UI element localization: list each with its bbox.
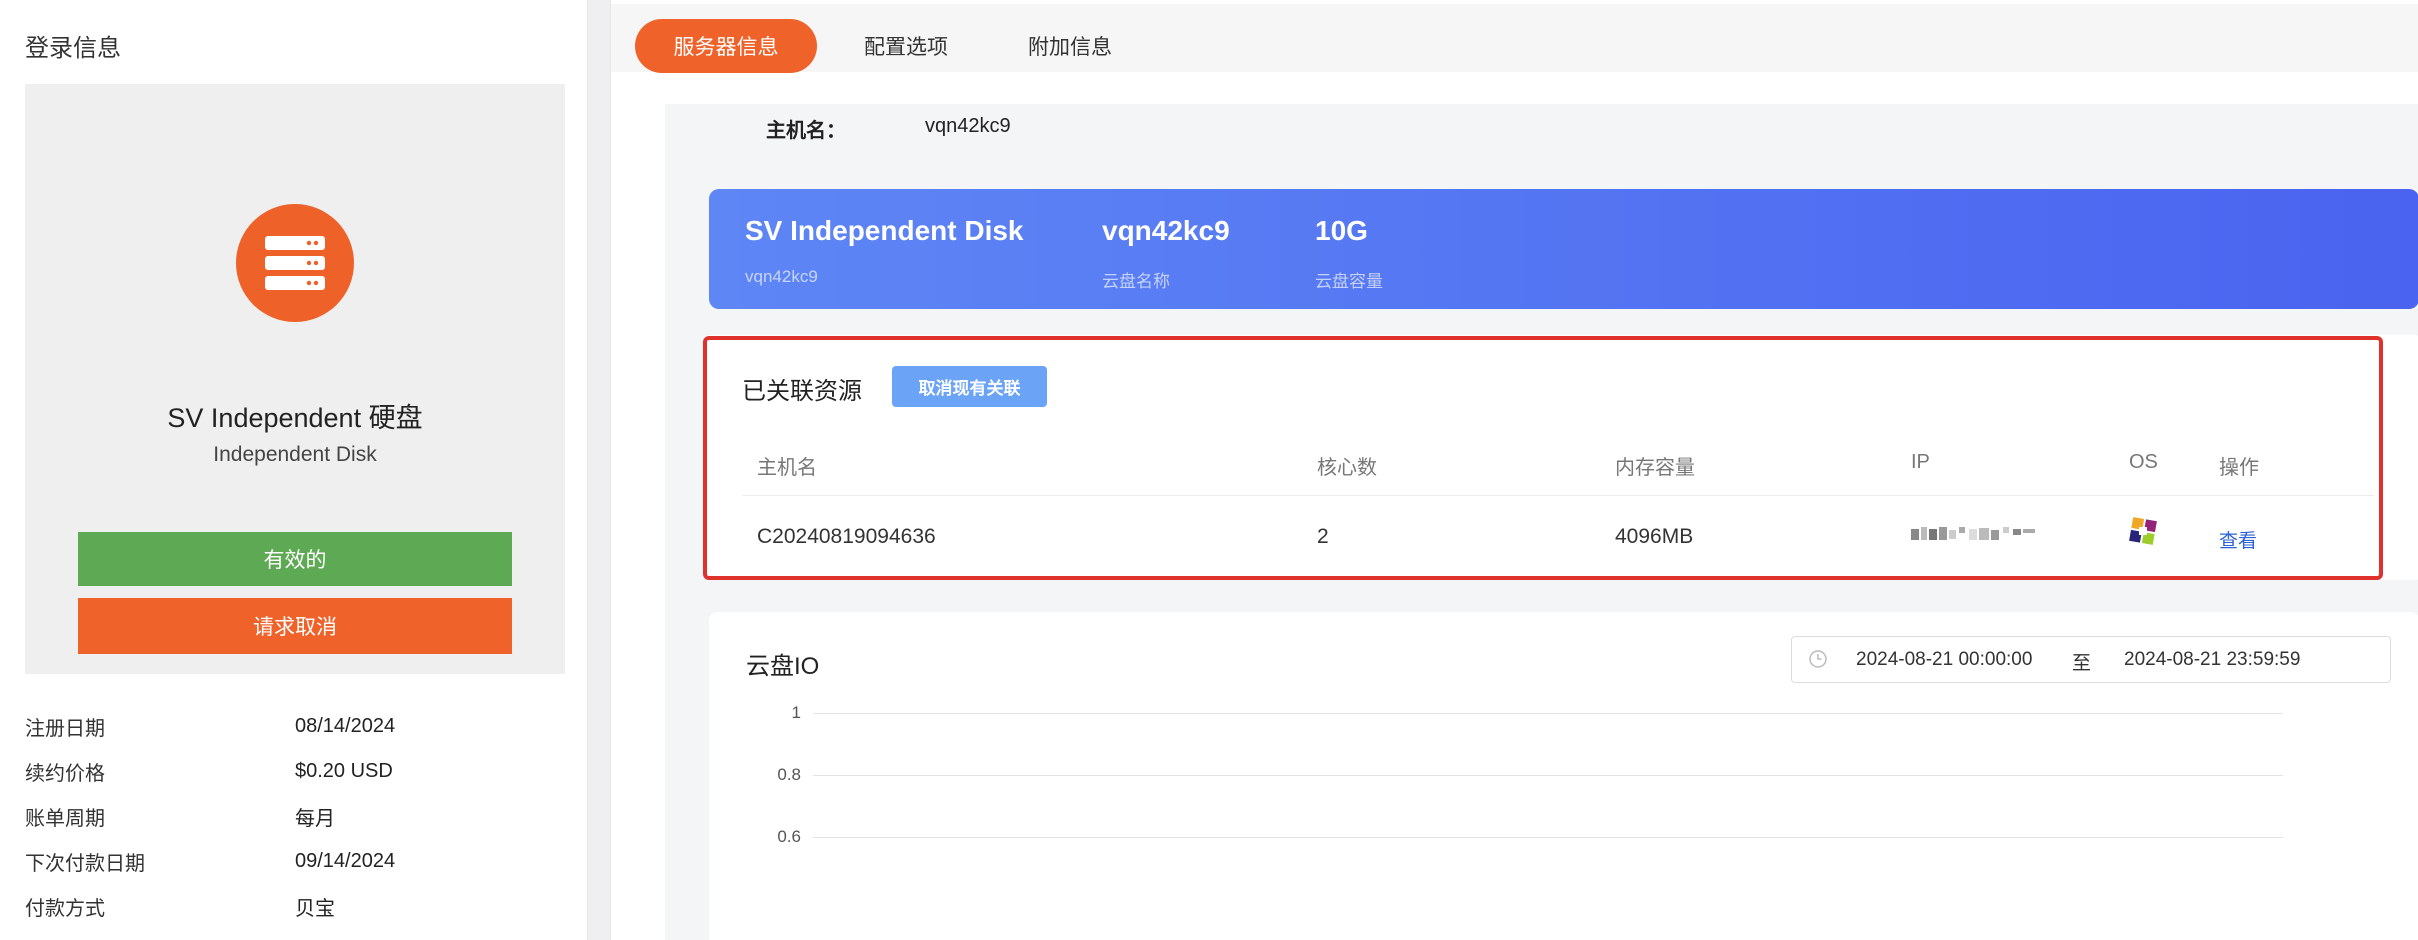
y-tick-label: 0.8 (777, 765, 801, 784)
info-label: 账单周期 (25, 808, 105, 830)
info-value: $0.20 USD (295, 760, 393, 782)
tab-config-options[interactable]: 配置选项 (831, 19, 981, 73)
date-start-input[interactable]: 2024-08-21 00:00:00 (1856, 649, 2032, 671)
product-card: SV Independent 硬盘 Independent Disk 有效的 请… (25, 84, 565, 674)
disk-product-sub: vqn42kc9 (745, 267, 818, 286)
status-button[interactable]: 有效的 (78, 532, 512, 586)
disk-name-value: vqn42kc9 (1102, 215, 1230, 246)
y-tick-label: 1 (791, 703, 801, 722)
info-row-renewal-price: 续约价格 $0.20 USD (25, 749, 565, 794)
info-row-next-due-date: 下次付款日期 09/14/2024 (25, 839, 565, 884)
gridline (813, 713, 2283, 714)
disk-name-label: 云盘名称 (1102, 272, 1170, 291)
tab-bar: 服务器信息 配置选项 附加信息 (611, 4, 2418, 73)
hostname-value: vqn42kc9 (925, 115, 1011, 137)
tab-content: 主机名： vqn42kc9 SV Independent Disk vqn42k… (665, 104, 2418, 940)
highlight-frame (703, 336, 2383, 580)
billing-info-list: 注册日期 08/14/2024 续约价格 $0.20 USD 账单周期 每月 下… (25, 704, 565, 929)
disk-capacity-value: 10G (1315, 215, 1368, 246)
main-panel: 服务器信息 配置选项 附加信息 主机名： vqn42kc9 SV Indepen… (610, 0, 2418, 940)
date-range-picker[interactable]: 2024-08-21 00:00:00 至 2024-08-21 23:59:5… (1791, 636, 2391, 683)
disk-io-card: 云盘IO 2024-08-21 00:00:00 至 2024-08-21 23… (709, 612, 2418, 940)
info-label: 续约价格 (25, 763, 105, 785)
product-type: Independent Disk (213, 443, 377, 466)
login-info-panel: 登录信息 SV Independent 硬盘 Independent Disk … (0, 0, 588, 940)
tab-additional-info[interactable]: 附加信息 (995, 19, 1145, 73)
io-chart-title: 云盘IO (746, 653, 820, 680)
hostname-label: 主机名： (766, 120, 846, 142)
clock-icon (1809, 650, 1827, 668)
disk-capacity-label: 云盘容量 (1315, 272, 1383, 291)
date-end-input[interactable]: 2024-08-21 23:59:59 (2124, 649, 2300, 671)
tab-server-info[interactable]: 服务器信息 (635, 19, 817, 73)
request-cancel-button[interactable]: 请求取消 (78, 598, 512, 654)
gridline (813, 837, 2283, 838)
info-label: 注册日期 (25, 718, 105, 740)
gridline (813, 775, 2283, 776)
server-icon (236, 204, 354, 322)
info-value: 贝宝 (295, 898, 335, 920)
info-row-billing-cycle: 账单周期 每月 (25, 794, 565, 839)
date-range-separator: 至 (2072, 653, 2092, 674)
info-row-register-date: 注册日期 08/14/2024 (25, 704, 565, 749)
disk-product-name: SV Independent Disk (745, 215, 1024, 246)
info-value: 09/14/2024 (295, 850, 396, 872)
disk-summary-banner: SV Independent Disk vqn42kc9 vqn42kc9 云盘… (709, 189, 2418, 309)
info-label: 下次付款日期 (25, 853, 145, 875)
info-value: 每月 (295, 808, 335, 830)
panel-title: 登录信息 (25, 35, 121, 62)
y-tick-label: 0.6 (777, 827, 801, 846)
info-label: 付款方式 (25, 898, 105, 920)
product-name: SV Independent 硬盘 (167, 403, 423, 433)
info-value: 08/14/2024 (295, 715, 396, 737)
info-row-payment-method: 付款方式 贝宝 (25, 884, 565, 929)
